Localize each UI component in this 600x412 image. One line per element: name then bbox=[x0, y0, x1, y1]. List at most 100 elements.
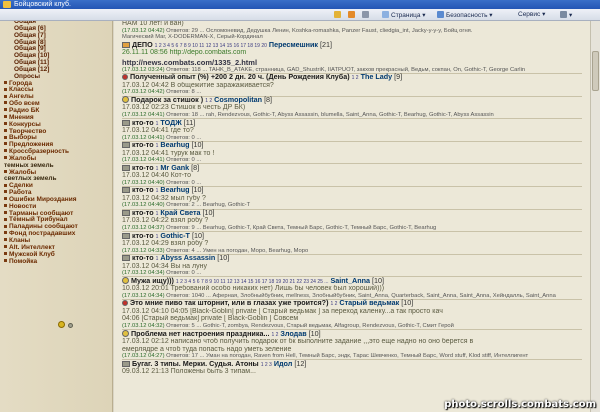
bullet-icon bbox=[4, 231, 7, 235]
author-level: [10] bbox=[191, 186, 204, 195]
reply-authors: Ответов: 4 ... Умен на погодан, Моро, Be… bbox=[166, 247, 309, 254]
topic-preview: 17.03.12 04:22 взял робу ? bbox=[122, 217, 209, 225]
topic-author[interactable]: Старый ведьмак bbox=[339, 299, 399, 307]
topic-icon bbox=[122, 74, 128, 81]
reply-authors: Ответов: 29 ... Осломоневид, Дедушка Лен… bbox=[166, 27, 473, 34]
bullet-icon bbox=[4, 108, 7, 112]
topic-title[interactable]: Это мние пиво так шторнит, или в глазах … bbox=[130, 299, 328, 307]
last-reply-time: (17.03.12 04:33) bbox=[122, 247, 165, 254]
topic-title[interactable]: кто-то bbox=[132, 164, 154, 172]
shield-icon bbox=[437, 11, 444, 18]
page-links[interactable]: 1 bbox=[156, 234, 159, 240]
scrollbar-thumb[interactable] bbox=[592, 51, 599, 91]
topic-author[interactable]: The Lady bbox=[361, 73, 393, 81]
bullet-icon bbox=[4, 183, 7, 187]
reply-authors: Магический Маг, X-DODERMAN-X, Серый-Корд… bbox=[122, 34, 263, 41]
bullet-icon bbox=[4, 197, 7, 201]
page-menu[interactable]: Страница ▾ bbox=[382, 11, 426, 19]
topic-author[interactable]: Пересмешник bbox=[269, 41, 318, 49]
bullet-icon bbox=[4, 156, 7, 160]
topic-author[interactable]: Bearhug bbox=[160, 141, 189, 149]
page-links[interactable]: 1 bbox=[156, 256, 159, 262]
page-links[interactable]: 1 bbox=[156, 211, 159, 217]
reply-authors: Ответов: 0 ... bbox=[166, 179, 202, 186]
bullet-icon bbox=[4, 80, 7, 84]
topic-title[interactable]: кто-то bbox=[132, 141, 154, 149]
sidebar-icons bbox=[58, 321, 76, 329]
reply-authors: Ответов: 0 ... bbox=[166, 270, 202, 277]
topic-author[interactable]: Mr Gank bbox=[160, 164, 189, 172]
topic-icon bbox=[122, 119, 130, 126]
topic-author[interactable]: Идол bbox=[274, 360, 293, 368]
feeds-button[interactable] bbox=[348, 11, 357, 19]
topic-icon bbox=[122, 329, 129, 337]
help-button[interactable]: ▾ bbox=[560, 11, 572, 19]
safety-menu[interactable]: Безопасность ▾ bbox=[437, 11, 493, 19]
page-links[interactable]: 1 bbox=[156, 121, 159, 127]
last-reply-time: (17.03.12 04:27) bbox=[122, 353, 165, 360]
topic-icon bbox=[122, 232, 130, 239]
topic-preview: 10.03.12 20:01 Требований особо никаких … bbox=[122, 285, 385, 293]
topic-title[interactable]: Подарок за стишок ) bbox=[131, 96, 203, 104]
bullet-icon bbox=[4, 210, 7, 214]
last-reply-time: (17.03.12 04:41) bbox=[122, 157, 165, 164]
home-button[interactable] bbox=[334, 11, 343, 19]
topic-title[interactable]: кто-то bbox=[132, 209, 154, 217]
vertical-scrollbar[interactable] bbox=[590, 21, 600, 412]
sidebar-item-label: Помойка bbox=[9, 257, 38, 265]
topic-title[interactable]: кто-то bbox=[132, 186, 154, 194]
topic-icon bbox=[122, 164, 130, 171]
print-button[interactable] bbox=[362, 11, 371, 19]
topic-icon bbox=[122, 41, 130, 48]
page-links[interactable]: 1 2 bbox=[205, 98, 212, 104]
page-links[interactable]: 1 bbox=[156, 143, 159, 149]
topic-icon bbox=[122, 187, 130, 194]
last-reply-time: (17.03.12 04:34) bbox=[122, 292, 165, 299]
sidebar-item[interactable]: Помойка bbox=[0, 257, 112, 266]
topic-author[interactable]: Злодав bbox=[280, 330, 306, 338]
bullet-icon bbox=[4, 128, 7, 132]
page-links[interactable]: 1 2 bbox=[352, 75, 359, 81]
page-links[interactable]: 1 2 3 4 5 6 7 8 9 10 11 12 13 14 15 16 1… bbox=[155, 43, 267, 49]
watermark: photo.scrolls.combats.com bbox=[444, 399, 596, 410]
reply-info: (17.03.12 04:42) Ответов: 29 ... Осломон… bbox=[122, 28, 584, 35]
bullet-icon bbox=[4, 169, 7, 173]
topic-title[interactable]: кто-то bbox=[132, 254, 154, 262]
topic-preview: 17.03.12 04:42 В общежитие заражаживаетс… bbox=[122, 81, 274, 89]
topic-list: HAM 10 лет! и ван) (17.03.12 04:42) Ответ… bbox=[114, 21, 590, 412]
topic-author[interactable]: Abyss Assassin bbox=[160, 254, 215, 262]
service-menu[interactable]: Сервис ▾ bbox=[518, 11, 545, 19]
author-level: [8] bbox=[191, 163, 200, 172]
page-links[interactable]: 1 2 3 bbox=[261, 362, 272, 368]
topic-title[interactable]: ДЕПО bbox=[132, 41, 153, 49]
topic-preview: 17.03.12 04:10 04:05 [Black-Goblin] priv… bbox=[122, 307, 443, 315]
last-reply-time: (17.03.12 04:37) bbox=[122, 225, 165, 231]
page-links[interactable]: 1 2 3 4 5 6 7 8 9 10 11 12 13 14 15 16 1… bbox=[176, 279, 329, 285]
last-reply-time: (17.03.12 04:42) bbox=[122, 89, 165, 96]
topic-title[interactable]: Бугаг. 3 типы. Мерки. Судья. Атоны bbox=[132, 360, 259, 368]
topic-author[interactable]: Bearhug bbox=[160, 186, 189, 194]
topic-author[interactable]: ТОДЖ bbox=[160, 119, 181, 127]
author-level: [10] bbox=[217, 254, 230, 263]
topic-title[interactable]: кто-то bbox=[132, 119, 154, 127]
page-links[interactable]: 1 bbox=[156, 166, 159, 172]
page-links[interactable]: 1 bbox=[156, 188, 159, 194]
topic-title[interactable]: Мужа ищу))) bbox=[131, 277, 174, 285]
topic-title[interactable]: кто-то bbox=[132, 232, 154, 240]
topic-author[interactable]: Cosmopolitan bbox=[214, 96, 262, 104]
author-level: [10] bbox=[308, 329, 321, 338]
page-menu-label: Страница bbox=[391, 12, 421, 19]
reply-authors: Ответов: 17 ... Уман на погодан, Raven f… bbox=[166, 353, 529, 360]
page-links[interactable]: 1 2 bbox=[330, 301, 337, 307]
page-links[interactable]: 1 2 bbox=[271, 332, 278, 338]
topic-author[interactable]: Край Света bbox=[160, 209, 200, 217]
topic-author[interactable]: Gothic-T bbox=[160, 232, 190, 240]
news-link[interactable]: http://news.combats.com/1335_2.html bbox=[122, 58, 584, 67]
topic-title[interactable]: Полученный опыт (%) +200 2 дн. 20 ч. (Де… bbox=[130, 73, 350, 81]
last-reply-time: (17.03.12 04:40) bbox=[122, 179, 165, 186]
topic-author[interactable]: Saint_Anna bbox=[330, 277, 370, 285]
coin-icon[interactable] bbox=[58, 321, 65, 328]
reply-authors: Ответов: 5 ... Gothic-T, zombya, Rendezv… bbox=[166, 323, 454, 329]
topic-icon bbox=[122, 360, 130, 367]
topic-title[interactable]: Проблема нет настроения праздника... bbox=[131, 330, 269, 338]
